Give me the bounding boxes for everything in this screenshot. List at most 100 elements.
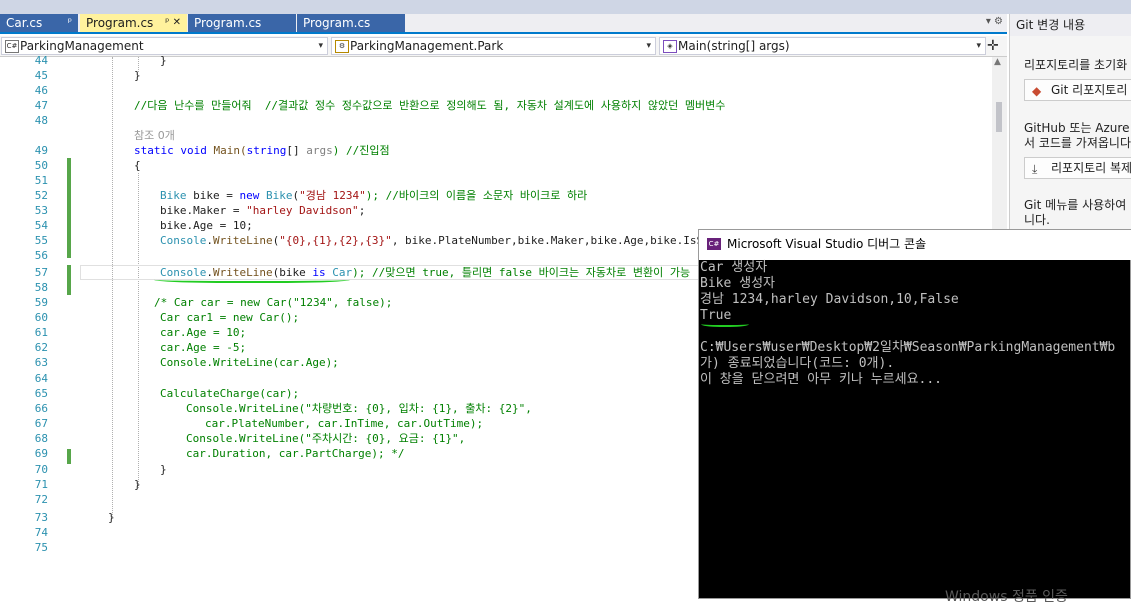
code-line: } [160,54,167,67]
member-dropdown[interactable]: ◈ Main(string[] args) ▾ [659,37,986,55]
code-line: Console.WriteLine("차량번호: {0}, 입차: {1}, 출… [186,402,532,415]
line-number: 56 [34,249,48,262]
line-number: 53 [34,204,48,217]
line-number: 57 [34,266,48,279]
code-line: } [134,478,141,491]
csharp-project-icon: C# [5,40,19,53]
code-line: Car car1 = new Car(); [160,311,300,324]
code-line: } [134,69,141,82]
line-number: 74 [34,526,48,539]
tab-label: Program.cs [303,16,371,30]
window-top-bar [0,0,1131,14]
method-icon: ◈ [663,40,677,53]
line-number: 55 [34,234,48,247]
code-line: car.Age = 10; [160,326,247,339]
tab-program-cs-2[interactable]: Program.cs [188,14,296,32]
git-panel-title: Git 변경 내용 [1010,14,1131,36]
code-line: Console.WriteLine(car.Age); [160,356,339,369]
line-number: 70 [34,463,48,476]
line-number: 54 [34,219,48,232]
line-number: 45 [34,69,48,82]
button-label: 리포지토리 복제 [1051,161,1131,175]
console-output-line: C:₩Users₩user₩Desktop₩2일차₩Season₩Parking… [700,340,1116,355]
tab-overflow-settings-icon[interactable]: ▾ ⚙ [986,16,1003,27]
line-number: 73 [34,511,48,524]
console-output-line: Car 생성자 [700,260,768,275]
split-window-icon[interactable]: ✛ [987,38,999,54]
line-number: 64 [34,372,48,385]
line-number: 44 [34,54,48,67]
line-number: 71 [34,478,48,491]
code-line: car.PlateNumber, car.InTime, car.OutTime… [205,417,484,430]
chevron-down-icon: ▾ [646,41,651,51]
class-icon: ⚙ [335,40,349,53]
change-marker [67,265,71,295]
change-marker [67,158,71,258]
indent-guide [138,173,139,488]
button-label: Git 리포지토리 [1051,83,1128,97]
pin-close-icon[interactable]: ᵖ ✕ [165,14,181,32]
line-number: 65 [34,387,48,400]
code-line: //다음 난수를 만들어줘 //결과값 정수 정수값으로 반환으로 정의해도 됨… [134,99,726,112]
line-number: 51 [34,174,48,187]
tab-program-cs-3[interactable]: Program.cs [297,14,405,32]
tab-program-cs-active[interactable]: Program.cs ᵖ ✕ [80,14,187,32]
line-number: 58 [34,281,48,294]
activation-watermark: Windows 정품 인증 [945,589,1068,605]
console-title: Microsoft Visual Studio 디버그 콘솔 [727,237,927,251]
console-title-bar[interactable]: C# Microsoft Visual Studio 디버그 콘솔 [699,230,1131,260]
member-dropdown-value: Main(string[] args) [678,39,790,53]
scroll-up-icon[interactable]: ▲ [994,57,1001,67]
tab-car-cs[interactable]: Car.cs ᵖ [0,14,78,32]
line-number: 52 [34,189,48,202]
console-output-line: Bike 생성자 [700,276,776,291]
class-dropdown-value: ParkingManagement.Park [350,39,504,53]
code-line: bike.Age = 10; [160,219,253,232]
chevron-down-icon: ▾ [318,41,323,51]
navigation-bar: C# ParkingManagement ▾ ⚙ ParkingManageme… [0,36,1007,57]
project-dropdown-value: ParkingManagement [20,39,144,53]
git-menu-text: 니다. [1024,213,1050,227]
line-number: 66 [34,402,48,415]
visual-studio-console-icon: C# [707,238,721,250]
code-line: Console.WriteLine("주차시간: {0}, 요금: {1}", [186,432,466,445]
git-icon: ◆ [1032,84,1042,98]
console-output-line: 경남 1234,harley Davidson,10,False [700,292,959,307]
create-git-repository-button[interactable]: ◆ Git 리포지토리 [1024,79,1131,101]
clone-repository-button[interactable]: ⤓ 리포지토리 복제 [1024,157,1131,179]
reference-count-hint[interactable]: 참조 0개 [134,128,175,143]
azure-text: 서 코드를 가져옵니다 [1024,136,1131,150]
code-line: car.Duration, car.PartCharge); */ [186,447,405,460]
debug-console-window[interactable]: C# Microsoft Visual Studio 디버그 콘솔 Car 생성… [698,229,1131,599]
line-number: 67 [34,417,48,430]
code-line: /* Car car = new Car("1234", false); [154,296,393,309]
chevron-down-icon: ▾ [976,41,981,51]
change-marker [67,449,71,464]
line-number: 63 [34,356,48,369]
code-line: { [134,159,141,172]
indent-guide [112,57,113,517]
code-line: Console.WriteLine("{0},{1},{2},{3}", bik… [160,234,717,247]
git-init-text: 리포지토리를 초기화 [1024,58,1128,72]
line-number: 68 [34,432,48,445]
code-line: } [160,463,167,476]
line-number: 47 [34,99,48,112]
console-output-line: 가) 종료되었습니다(코드: 0개). [700,356,895,371]
line-number: 50 [34,159,48,172]
console-output-line: 이 창을 닫으려면 아무 키나 누르세요... [700,372,943,387]
scrollbar-thumb[interactable] [996,102,1002,132]
tab-label: Car.cs [6,16,43,30]
line-number: 59 [34,296,48,309]
document-tabs: Car.cs ᵖ Program.cs ᵖ ✕ Program.cs Progr… [0,14,1007,34]
line-number: 62 [34,341,48,354]
class-dropdown[interactable]: ⚙ ParkingManagement.Park ▾ [331,37,656,55]
line-number: 49 [34,144,48,157]
handwritten-underline [154,275,350,283]
code-line: static void Main(string[] args) //진입점 [134,144,390,157]
line-number: 48 [34,114,48,127]
tab-label: Program.cs [86,16,154,30]
code-line: CalculateCharge(car); [160,387,300,400]
pin-icon[interactable]: ᵖ [68,14,72,32]
line-number: 60 [34,311,48,324]
code-line: } [108,511,115,524]
